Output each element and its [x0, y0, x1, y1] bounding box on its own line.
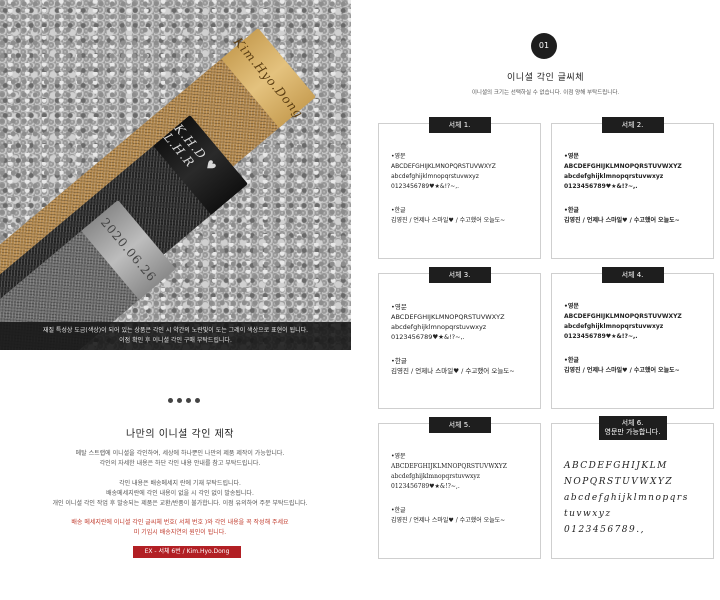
- step-number-badge: 01: [531, 33, 557, 59]
- english-heading: •영문: [564, 153, 579, 160]
- uppercase-sample: ABCDEFGHIJKLMNOPQRSTUVWXYZ: [391, 463, 507, 470]
- section-title: 나만의 이니셜 각인 제작: [125, 429, 235, 440]
- korean-sample: 김영진 / 언제나 스마일♥ / 수고했어 오늘도~: [391, 217, 506, 224]
- uppercase-sample: ABCDEFGHIJKLMNOPQRSTUVWXYZ: [564, 313, 682, 320]
- lowercase-sample: abcdefghijklmnopqrstuvwxyz: [564, 173, 664, 180]
- font-label: 서체 3.: [428, 267, 491, 283]
- digits-sample: 0123456789.,: [564, 525, 645, 535]
- digits-sample: 0123456789♥★&!?~,.: [391, 183, 460, 190]
- photo-caption: 재질 특성상 도금(색상)이 되어 있는 상품은 각인 시 약간의 노란빛이 도…: [0, 322, 351, 350]
- font-section-title: 이니셜 각인 글씨체: [507, 73, 584, 83]
- uppercase-sample: ABCDEFGHIJKLMNOPQRSTUVWXYZ: [564, 163, 682, 170]
- intro-text: 메탈 스트랩에 이니셜을 각인하여, 세상에 하나뿐인 나만의 제품 제작이 가…: [0, 449, 360, 469]
- font-label-note: 영문만 가능합니다.: [604, 428, 661, 436]
- english-heading: •영문: [391, 453, 406, 460]
- korean-heading: •한글: [391, 207, 406, 214]
- korean-sample: 김영진 / 언제나 스마일♥ / 수고했어 오늘도~: [564, 217, 680, 224]
- font-sample-3: 서체 3. •영문 ABCDEFGHIJKLMNOPQRSTUVWXYZ abc…: [378, 267, 541, 409]
- font-sample-2: 서체 2. •영문 ABCDEFGHIJKLMNOPQRSTUVWXYZ abc…: [551, 117, 714, 259]
- text-line: 개인 이니셜 각인 작업 후 발송되는 제품은 교환/반품이 불가합니다. 이점…: [52, 500, 308, 507]
- font-sample-5: 서체 5. •영문 ABCDEFGHIJKLMNOPQRSTUVWXYZ abc…: [378, 417, 541, 559]
- lowercase-sample: abcdefghijklmnopqrs: [564, 493, 689, 503]
- text-line: 미 기입시 배송지연의 원인이 됩니다.: [133, 529, 227, 536]
- example-badge: EX - 서체 6번 / Kim.Hyo.Dong: [133, 546, 241, 558]
- english-heading: •영문: [564, 303, 579, 310]
- lowercase-sample: tuvwxyz: [564, 509, 612, 519]
- korean-heading: •한글: [564, 207, 579, 214]
- korean-sample: 김영진 / 언제나 스마일♥ / 수고했어 오늘도~: [391, 367, 515, 375]
- digits-sample: 0123456789♥★&!?~,.: [391, 333, 465, 341]
- font-label: 서체 1.: [428, 117, 491, 133]
- uppercase-sample: ABCDEFGHIJKLMNOPQRSTUVWXYZ: [391, 163, 496, 170]
- warning-text: 배송 메세지란에 이니셜 각인 글씨체 번호( 서체 번호 )와 각인 내용을 …: [0, 518, 360, 538]
- font-sample-4: 서체 4. •영문 ABCDEFGHIJKLMNOPQRSTUVWXYZ abc…: [551, 267, 714, 409]
- caption-line: 이점 확인 후 이니셜 각인 구매 부탁드립니다.: [119, 337, 232, 344]
- english-heading: •영문: [391, 303, 407, 311]
- font-section-subtitle: 이니셜의 크기는 선택하실 수 없습니다. 이점 양해 부탁드립니다.: [471, 90, 620, 96]
- text-line: 각인의 자세한 내용은 하단 각인 내용 안내를 참고 부탁드립니다.: [99, 460, 261, 467]
- font-label: 서체 2.: [601, 117, 664, 133]
- text-line: 메탈 스트랩에 이니셜을 각인하여, 세상에 하나뿐인 나만의 제품 제작이 가…: [75, 450, 285, 457]
- font-label: 서체 4.: [601, 267, 664, 283]
- english-heading: •영문: [391, 153, 406, 160]
- lowercase-sample: abcdefghijklmnopqrstuvwxyz: [391, 323, 487, 331]
- korean-sample: 김영진 / 언제나 스마일♥ / 수고했어 오늘도~: [391, 517, 506, 524]
- uppercase-sample: ABCDEFGHIJKLM: [564, 461, 668, 471]
- digits-sample: 0123456789♥★&!?~,.: [564, 183, 638, 190]
- notice-text: 각인 내용은 배송메세지 란에 기재 부탁드립니다. 배송메세지란에 각인 내용…: [0, 479, 360, 509]
- lowercase-sample: abcdefghijklmnopqrstuvwxyz: [391, 473, 480, 480]
- digits-sample: 0123456789♥★&!?~,.: [391, 483, 460, 490]
- text-line: 배송메세지란에 각인 내용이 없을 시 각인 없이 발송됩니다.: [106, 490, 254, 497]
- dots-divider: [168, 398, 200, 403]
- korean-heading: •한글: [391, 507, 406, 514]
- text-line: 배송 메세지란에 이니셜 각인 글씨체 번호( 서체 번호 )와 각인 내용을 …: [71, 519, 289, 526]
- lowercase-sample: abcdefghijklmnopqrstuvwxyz: [391, 173, 479, 180]
- font-sample-1: 서체 1. •영문 ABCDEFGHIJKLMNOPQRSTUVWXYZ abc…: [378, 117, 541, 259]
- korean-heading: •한글: [391, 357, 407, 365]
- korean-sample: 김영진 / 언제나 스마일♥ / 수고했어 오늘도~: [564, 367, 680, 374]
- digits-sample: 0123456789♥★&!?~,.: [564, 333, 638, 340]
- caption-line: 재질 특성상 도금(색상)이 되어 있는 상품은 각인 시 약간의 노란빛이 도…: [42, 327, 309, 334]
- font-label-title: 서체 6.: [621, 419, 644, 427]
- product-photo: Kim.Hyo.Dong K.H.D ♥ L.H.R 2020.06.26 재질…: [0, 0, 351, 350]
- font-label: 서체 5.: [428, 417, 491, 433]
- korean-heading: •한글: [564, 357, 579, 364]
- font-label: 서체 6. 영문만 가능합니다.: [598, 416, 667, 440]
- uppercase-sample: NOPQRSTUVWXYZ: [564, 477, 674, 487]
- font-sample-6: 서체 6. 영문만 가능합니다. ABCDEFGHIJKLM NOPQRSTUV…: [551, 416, 714, 559]
- uppercase-sample: ABCDEFGHIJKLMNOPQRSTUVWXYZ: [391, 313, 505, 321]
- lowercase-sample: abcdefghijklmnopqrstuvwxyz: [564, 323, 664, 330]
- text-line: 각인 내용은 배송메세지 란에 기재 부탁드립니다.: [119, 480, 241, 487]
